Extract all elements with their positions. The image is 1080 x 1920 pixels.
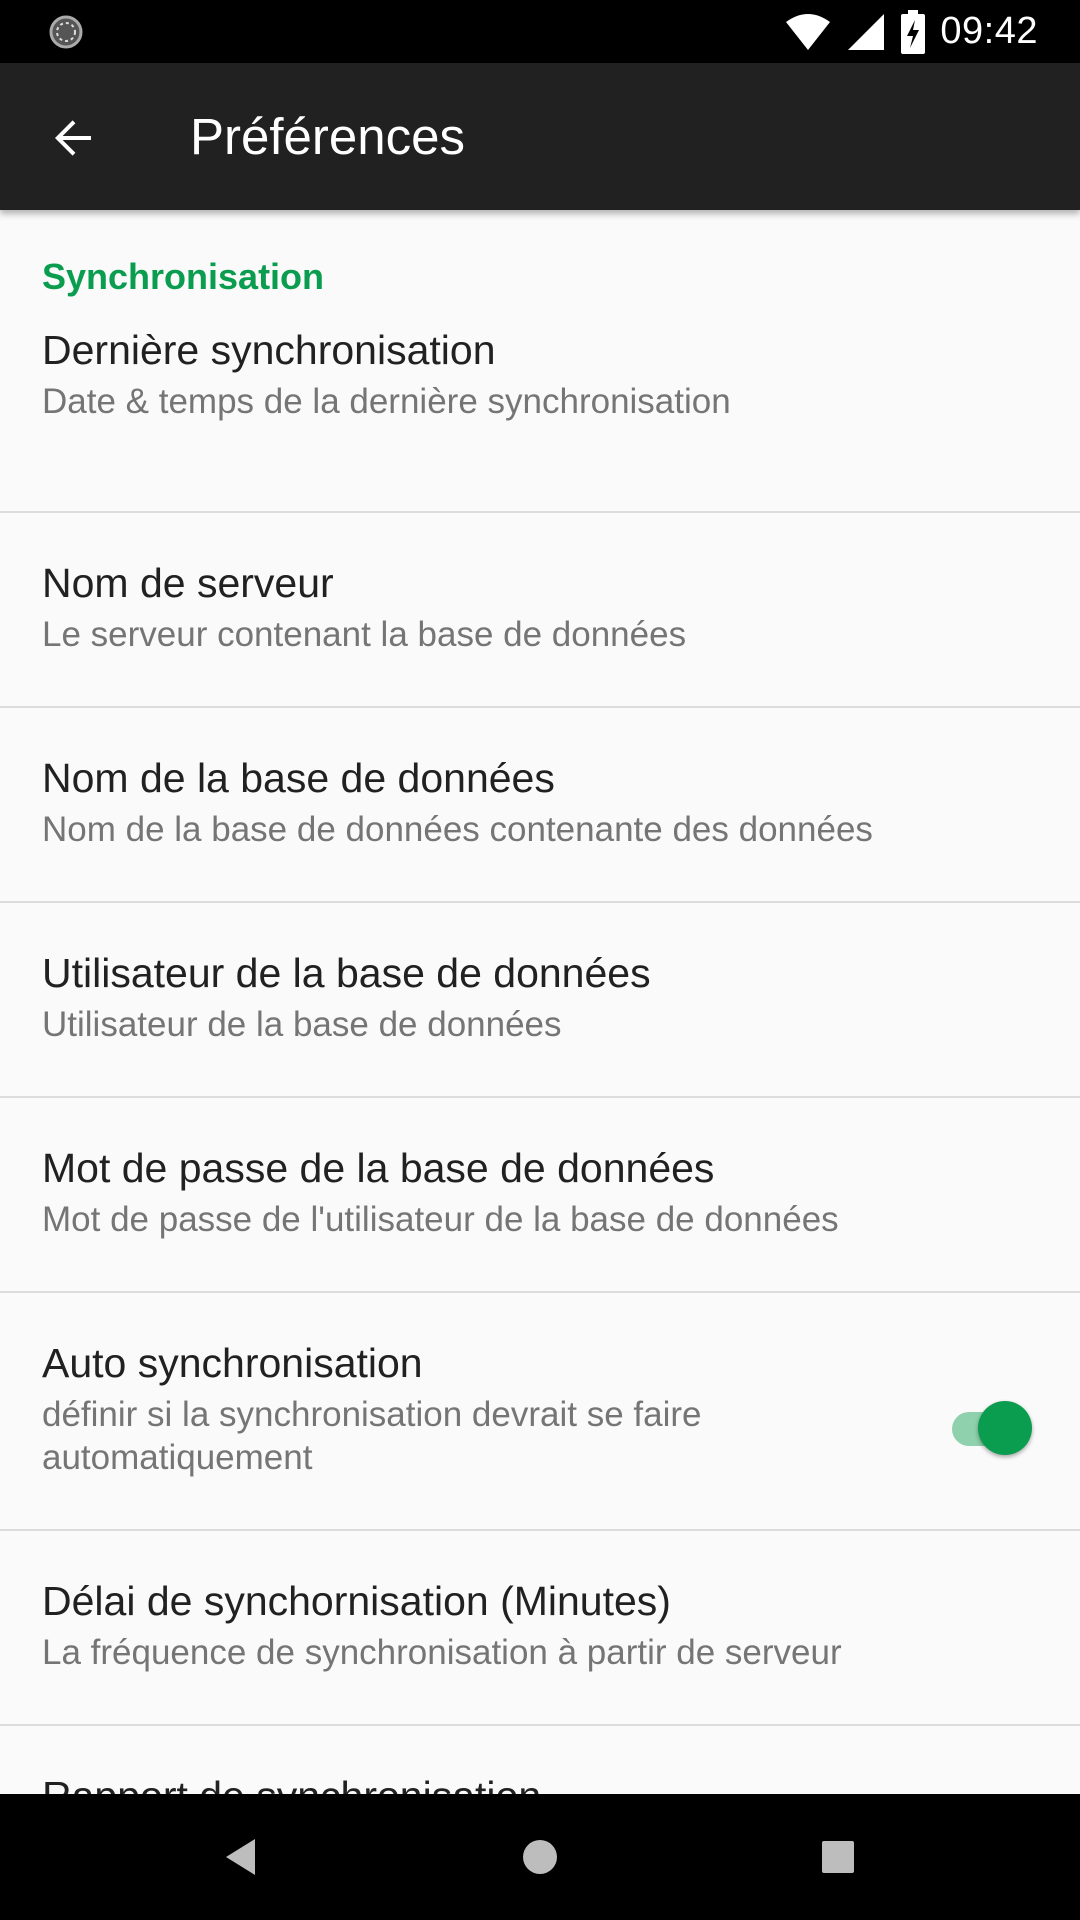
pref-sync-delay[interactable]: Délai de synchornisation (Minutes) La fr… <box>0 1531 1080 1726</box>
pref-title: Rapport de synchronisation <box>42 1772 1038 1794</box>
loading-circle-icon <box>49 15 83 49</box>
pref-title: Auto synchronisation <box>42 1340 423 1386</box>
recents-square-icon <box>822 1841 854 1873</box>
home-circle-icon <box>523 1840 557 1874</box>
app-bar: Préférences <box>0 63 1080 210</box>
pref-summary: Nom de la base de données contenante des… <box>42 810 873 849</box>
back-triangle-icon <box>226 1839 255 1875</box>
back-button[interactable] <box>30 108 116 168</box>
wifi-icon <box>786 13 831 50</box>
status-bar: 09:42 <box>0 0 1080 63</box>
pref-auto-sync[interactable]: Auto synchronisation définir si la synch… <box>0 1293 1080 1531</box>
pref-database-name[interactable]: Nom de la base de données Nom de la base… <box>0 708 1080 903</box>
pref-title: Nom de serveur <box>42 560 334 606</box>
signal-icon <box>848 13 885 50</box>
pref-title: Nom de la base de données <box>42 755 555 801</box>
pref-last-sync[interactable]: Dernière synchronisation Date & temps de… <box>0 318 1080 513</box>
preferences-list: Synchronisation Dernière synchronisation… <box>0 210 1080 1794</box>
pref-summary: Date & temps de la dernière synchronisat… <box>42 382 731 421</box>
battery-charging-icon <box>901 9 926 54</box>
arrow-back-icon <box>55 120 91 156</box>
pref-title: Dernière synchronisation <box>42 327 496 373</box>
pref-title: Délai de synchornisation (Minutes) <box>42 1578 671 1624</box>
pref-title: Mot de passe de la base de données <box>42 1145 715 1191</box>
pref-title: Utilisateur de la base de données <box>42 950 651 996</box>
toggle-thumb <box>978 1401 1032 1455</box>
pref-database-user[interactable]: Utilisateur de la base de données Utilis… <box>0 903 1080 1098</box>
nav-home-button[interactable] <box>505 1822 575 1892</box>
pref-sync-report[interactable]: Rapport de synchronisation <box>0 1726 1080 1794</box>
pref-database-password[interactable]: Mot de passe de la base de données Mot d… <box>0 1098 1080 1293</box>
navigation-bar <box>0 1794 1080 1920</box>
pref-server-name[interactable]: Nom de serveur Le serveur contenant la b… <box>0 513 1080 708</box>
page-title: Préférences <box>190 108 465 165</box>
pref-summary: définir si la synchronisation devrait se… <box>42 1395 702 1477</box>
pref-summary: Utilisateur de la base de données <box>42 1005 562 1044</box>
status-time: 09:42 <box>940 10 1038 52</box>
pref-summary: Mot de passe de l'utilisateur de la base… <box>42 1200 839 1239</box>
nav-recents-button[interactable] <box>803 1822 873 1892</box>
pref-summary: Le serveur contenant la base de données <box>42 615 687 654</box>
category-header: Synchronisation <box>42 256 325 297</box>
nav-back-button[interactable] <box>206 1822 276 1892</box>
auto-sync-toggle[interactable] <box>948 1395 1032 1455</box>
pref-summary: La fréquence de synchronisation à partir… <box>42 1633 842 1672</box>
